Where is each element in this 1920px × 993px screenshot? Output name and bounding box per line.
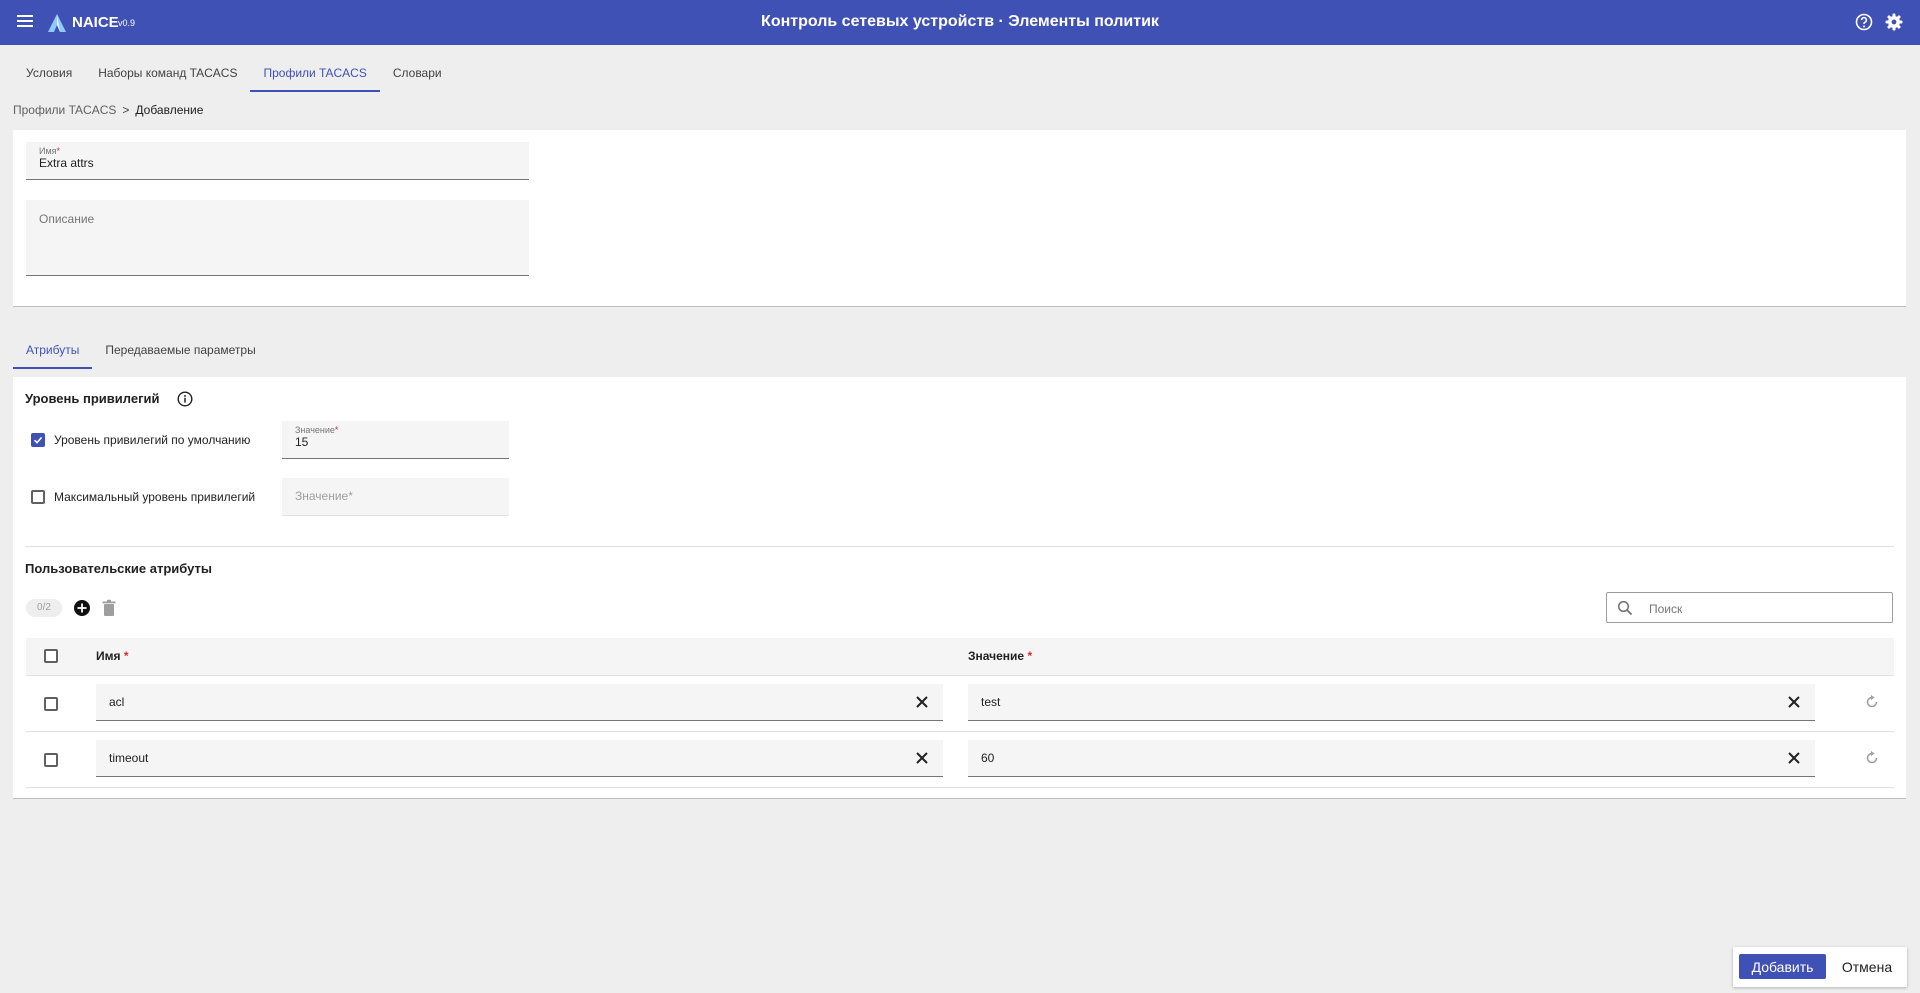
profile-general-card: Имя* Extra attrs Описание (13, 130, 1906, 307)
tab-attributes[interactable]: Атрибуты (13, 335, 93, 369)
add-icon[interactable] (73, 599, 91, 617)
table-row: acl test (26, 676, 1894, 732)
breadcrumb: Профили TACACS > Добавление (13, 103, 203, 117)
attribute-name-input[interactable]: timeout (96, 740, 943, 777)
attribute-name-value: acl (109, 695, 125, 709)
clear-icon[interactable] (1786, 750, 1802, 766)
clear-icon[interactable] (914, 750, 930, 766)
max-privilege-value-field: Значение* (282, 478, 509, 516)
max-privilege-value-placeholder: Значение* (295, 489, 353, 503)
default-privilege-value: 15 (295, 435, 309, 449)
search-box (1606, 592, 1893, 623)
description-placeholder: Описание (39, 212, 95, 226)
breadcrumb-parent-link[interactable]: Профили TACACS (13, 103, 116, 117)
attributes-card: Уровень привилегий Уровень привилегий по… (13, 377, 1906, 799)
reset-icon[interactable] (1863, 749, 1881, 767)
trash-icon (102, 599, 116, 616)
column-header-name[interactable]: Имя * (96, 649, 129, 663)
max-privilege-label: Максимальный уровень привилегий (54, 490, 256, 504)
info-icon[interactable] (177, 391, 193, 407)
selected-count-badge: 0/2 (26, 599, 62, 617)
cancel-button[interactable]: Отмена (1832, 954, 1902, 979)
select-all-checkbox[interactable] (44, 649, 58, 663)
reset-icon[interactable] (1863, 693, 1881, 711)
default-privilege-label: Уровень привилегий по умолчанию (54, 433, 251, 447)
attribute-value-value: 60 (981, 751, 995, 765)
description-field[interactable]: Описание (26, 200, 529, 276)
breadcrumb-current: Добавление (135, 103, 204, 117)
breadcrumb-separator: > (122, 103, 130, 117)
tab-transmitted-params[interactable]: Передаваемые параметры (92, 335, 268, 367)
attributes-table-header: Имя * Значение * (26, 638, 1894, 676)
tab-conditions[interactable]: Условия (13, 58, 85, 90)
privileges-title: Уровень привилегий (25, 391, 160, 406)
attribute-name-input[interactable]: acl (96, 684, 943, 721)
page-title: Контроль сетевых устройств · Элементы по… (761, 13, 1159, 30)
attribute-value-input[interactable]: 60 (968, 740, 1815, 777)
name-field[interactable]: Имя* Extra attrs (26, 142, 529, 180)
attribute-value-input[interactable]: test (968, 684, 1815, 721)
clear-icon[interactable] (914, 694, 930, 710)
attribute-value-value: test (981, 695, 1001, 709)
tab-tacacs-profiles[interactable]: Профили TACACS (250, 58, 381, 92)
table-row: timeout 60 (26, 732, 1894, 788)
clear-icon[interactable] (1786, 694, 1802, 710)
default-privilege-value-field[interactable]: Значение* 15 (282, 421, 509, 459)
default-privilege-value-label: Значение* (295, 425, 339, 435)
max-privilege-checkbox[interactable] (31, 490, 45, 504)
gear-icon[interactable] (1884, 12, 1904, 32)
help-icon[interactable] (1854, 12, 1874, 32)
name-field-label: Имя* (39, 146, 61, 156)
check-icon (33, 436, 43, 444)
add-button[interactable]: Добавить (1739, 954, 1826, 979)
policy-tabs: Условия Наборы команд TACACS Профили TAC… (13, 58, 455, 92)
column-header-value[interactable]: Значение * (968, 649, 1032, 663)
custom-attributes-title: Пользовательские атрибуты (25, 561, 213, 576)
app-header: NAICE v0.9 Контроль сетевых устройств · … (0, 0, 1920, 45)
section-tabs: Атрибуты Передаваемые параметры (13, 335, 269, 369)
footer-actions: Добавить Отмена (1733, 947, 1907, 987)
default-privilege-checkbox[interactable] (31, 433, 45, 447)
section-divider (25, 546, 1894, 547)
attribute-name-value: timeout (109, 751, 149, 765)
row-checkbox[interactable] (44, 697, 58, 711)
search-icon (1617, 600, 1633, 616)
tab-dictionaries[interactable]: Словари (380, 58, 455, 90)
tab-tacacs-command-sets[interactable]: Наборы команд TACACS (85, 58, 250, 90)
row-checkbox[interactable] (44, 753, 58, 767)
search-input[interactable] (1647, 599, 1881, 619)
name-field-value: Extra attrs (39, 156, 94, 170)
